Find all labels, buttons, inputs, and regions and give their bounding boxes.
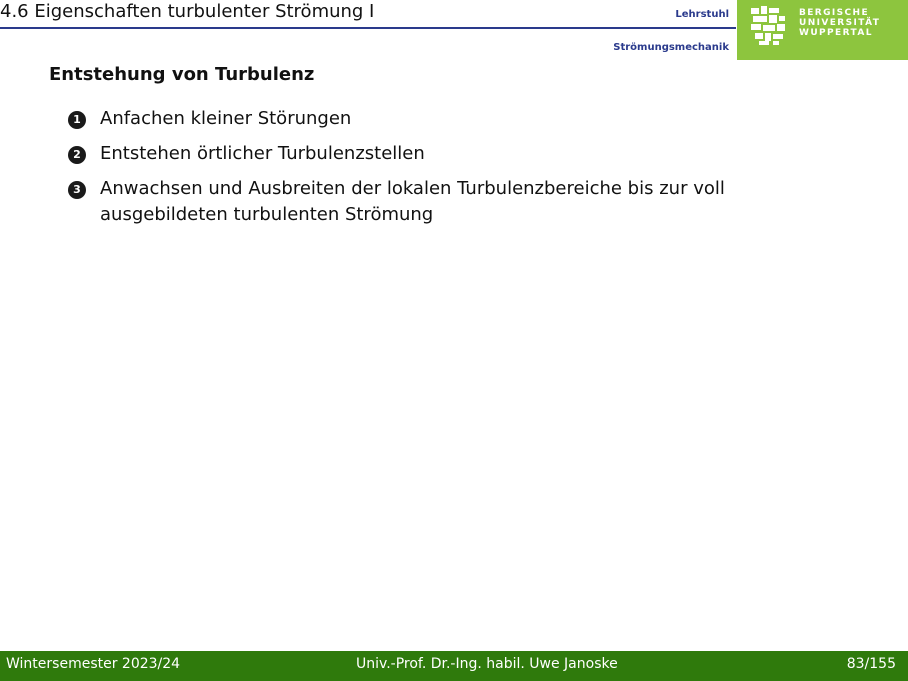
enumerated-list: 1 Anfachen kleiner Störungen 2 Entstehen…: [68, 106, 848, 237]
chair-name-line1: Lehrstuhl: [675, 9, 729, 20]
header-rule: [0, 27, 736, 29]
list-item-text: Anfachen kleiner Störungen: [100, 108, 352, 129]
list-item: 2 Entstehen örtlicher Turbulenzstellen: [68, 141, 848, 167]
list-item: 1 Anfachen kleiner Störungen: [68, 106, 848, 132]
list-item-text: Anwachsen und Ausbreiten der lokalen Tur…: [100, 178, 725, 225]
list-item-text: Entstehen örtlicher Turbulenzstellen: [100, 143, 425, 164]
university-name: BERGISCHE UNIVERSITÄT WUPPERTAL: [799, 8, 880, 38]
lion-crest-icon: [747, 4, 791, 48]
footer-author: Univ.-Prof. Dr.-Ing. habil. Uwe Janoske: [356, 656, 618, 672]
chair-name-line2: Strömungsmechanik: [613, 42, 729, 53]
number-badge: 1: [68, 111, 86, 129]
university-logo-block: BERGISCHE UNIVERSITÄT WUPPERTAL: [737, 0, 908, 60]
number-badge: 2: [68, 146, 86, 164]
content-heading: Entstehung von Turbulenz: [49, 64, 315, 85]
university-name-line2: UNIVERSITÄT: [799, 18, 881, 28]
footer-semester: Wintersemester 2023/24: [6, 656, 181, 672]
footer-page-number: 83/155: [846, 656, 896, 672]
slide-header: 4.6 Eigenschaften turbulenter Strömung I…: [0, 0, 908, 60]
number-badge: 3: [68, 181, 86, 199]
list-item: 3 Anwachsen und Ausbreiten der lokalen T…: [68, 176, 848, 228]
university-name-line3: WUPPERTAL: [799, 28, 873, 38]
section-title: 4.6 Eigenschaften turbulenter Strömung I: [0, 1, 375, 22]
slide-footer: Wintersemester 2023/24 Univ.-Prof. Dr.-I…: [0, 651, 908, 681]
university-name-line1: BERGISCHE: [799, 8, 870, 18]
